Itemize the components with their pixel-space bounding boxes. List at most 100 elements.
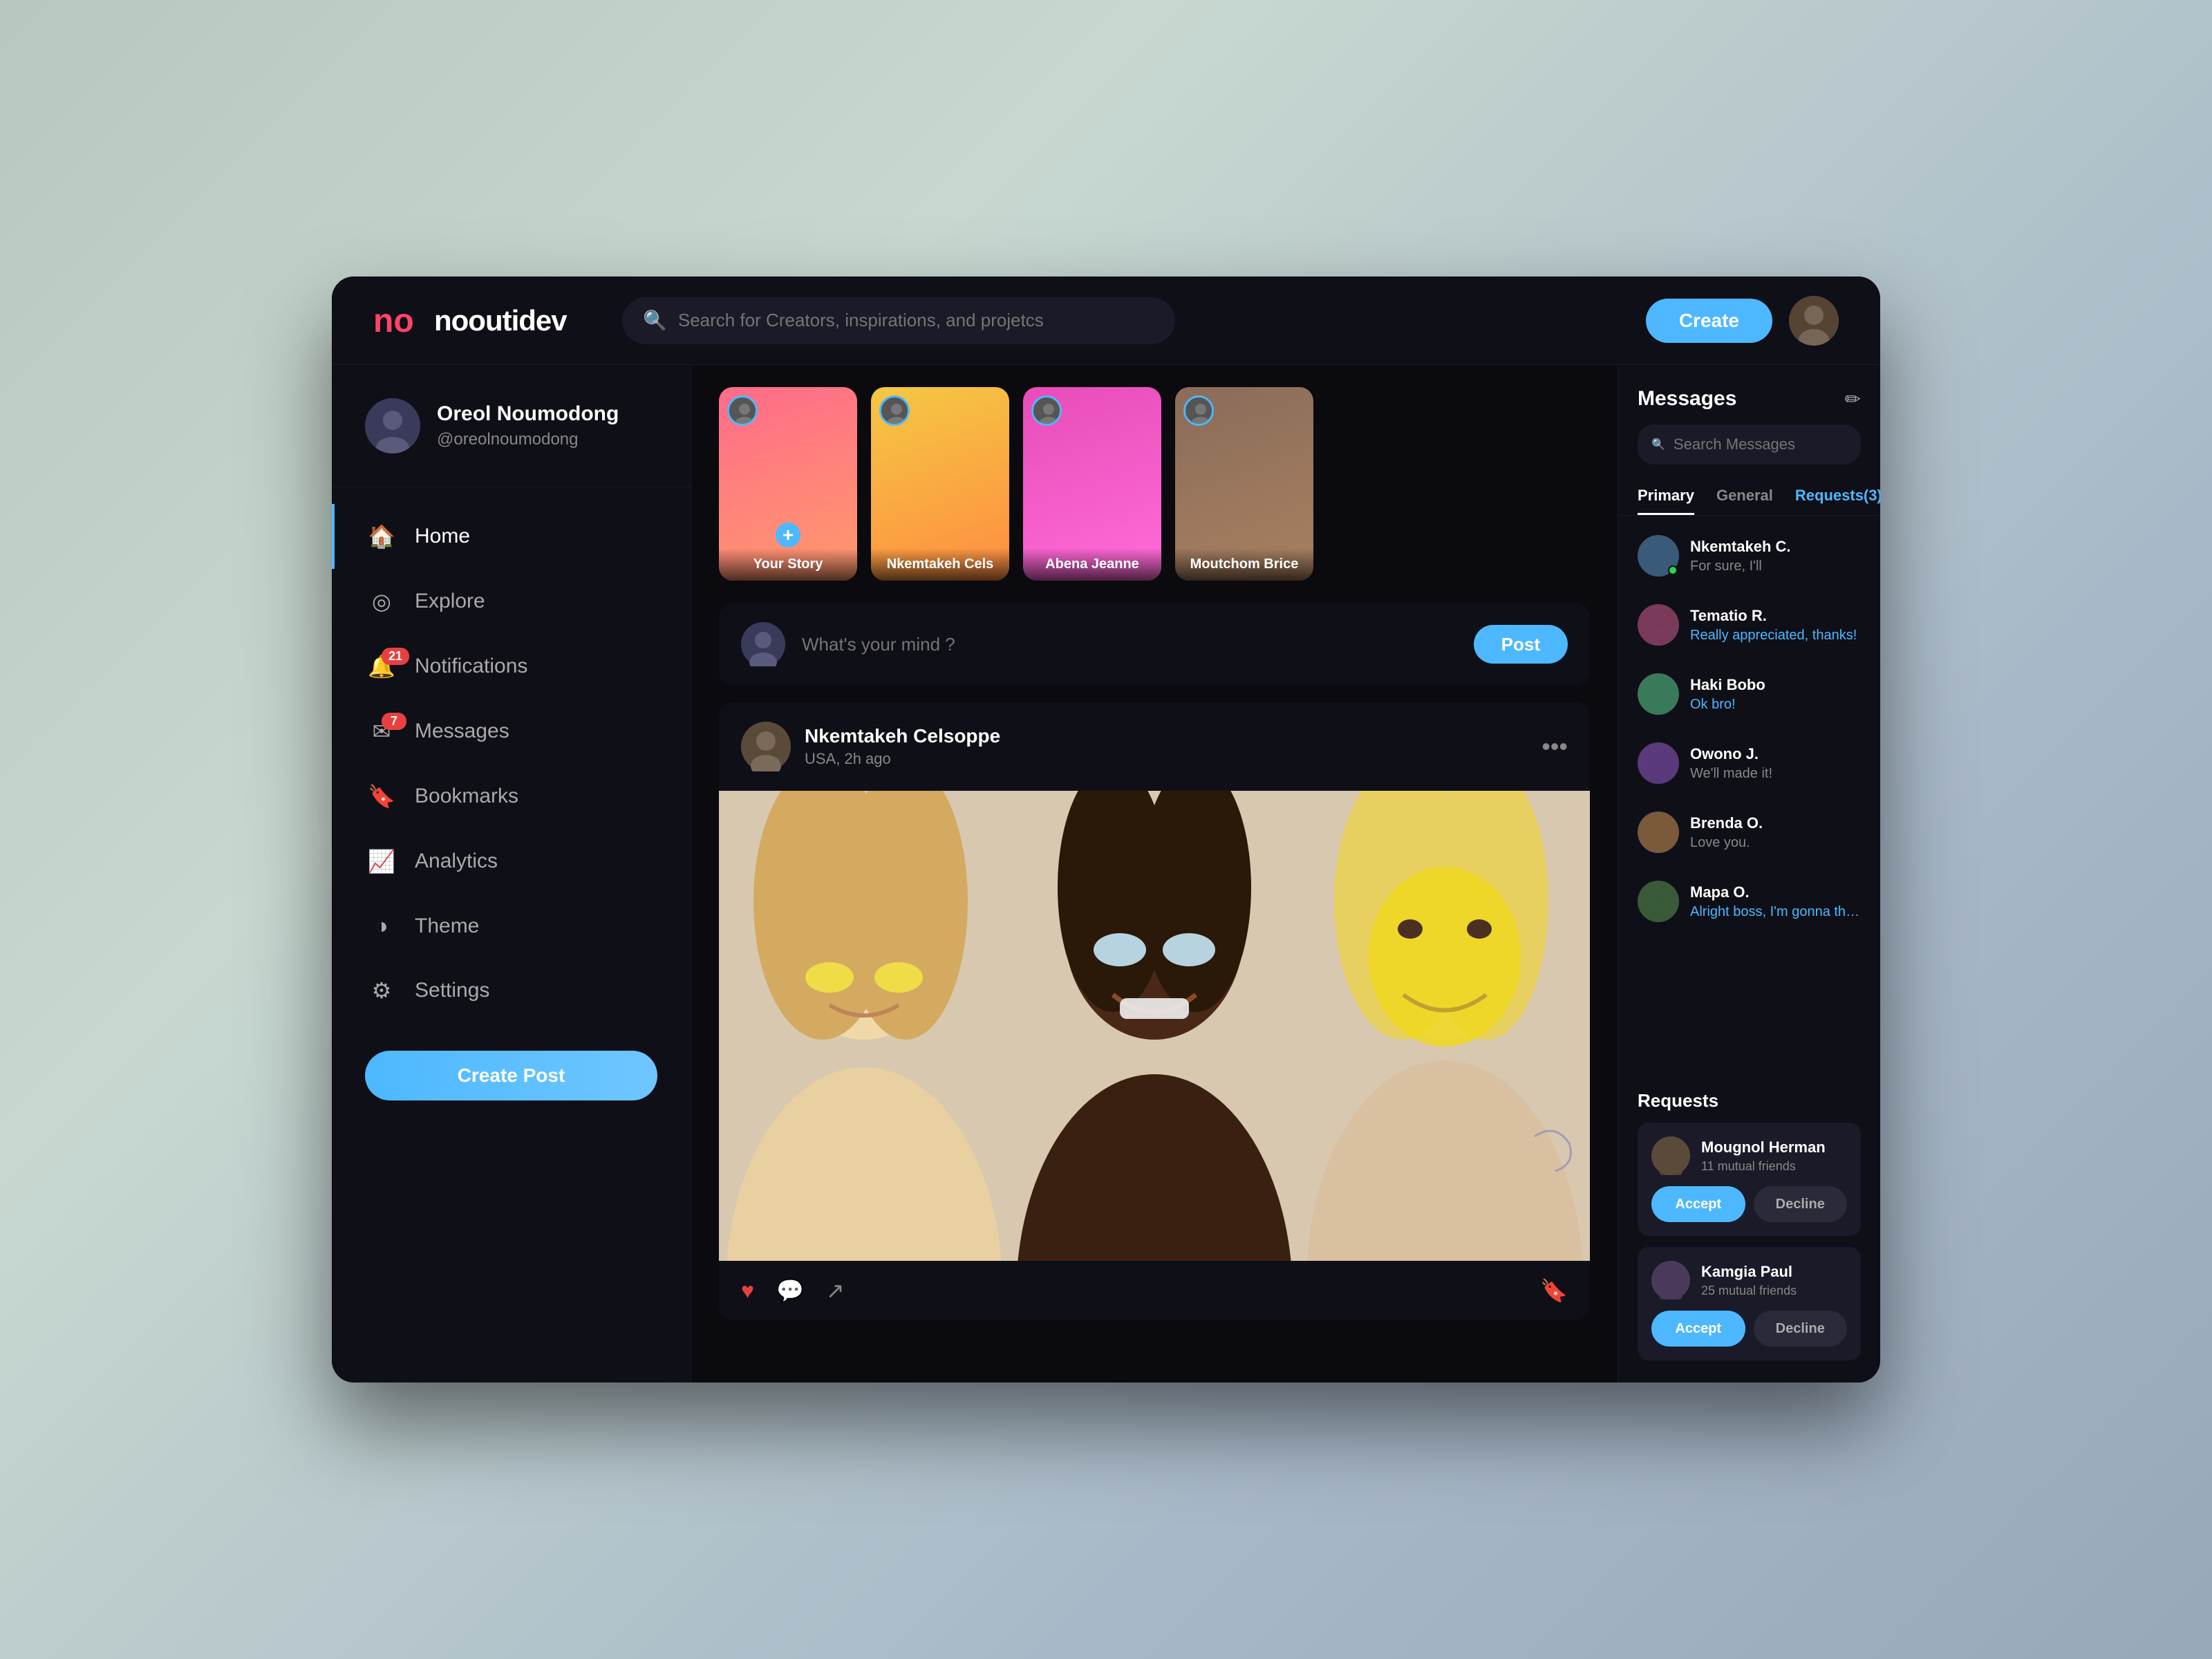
tab-primary[interactable]: Primary [1638,478,1694,515]
app-name: nooutidev [434,304,567,337]
story-overlay-4: Moutchom Brice [1175,548,1313,581]
tab-requests[interactable]: Requests(3) [1795,478,1880,515]
story-name-4: Moutchom Brice [1183,556,1305,572]
app-window: no nooutidev 🔍 Create [332,276,1880,1382]
post-button[interactable]: Post [1474,625,1568,664]
compose-icon[interactable]: ✏ [1845,388,1861,411]
messages-search-icon: 🔍 [1651,438,1665,451]
msg-avatar-1 [1638,535,1679,577]
story-avatar-1 [727,395,758,426]
story-avatar-4 [1183,395,1214,426]
sidebar-item-label-explore: Explore [415,590,485,613]
sidebar-item-label-home: Home [415,525,470,548]
add-story-button[interactable]: + [776,523,800,547]
story-card-2[interactable]: Nkemtakeh Cels [871,387,1009,581]
create-post-button[interactable]: Create Post [365,1051,657,1100]
decline-button-2[interactable]: Decline [1754,1311,1848,1347]
request-item-2: Kamgia Paul 25 mutual friends Accept Dec… [1638,1247,1861,1360]
sidebar-item-messages[interactable]: ✉ Messages 7 [332,699,691,764]
logo-area: no nooutidev [373,303,594,339]
msg-content-3: Haki Bobo Ok bro! [1690,676,1861,713]
story-card-1[interactable]: + Your Story [719,387,857,581]
bookmarks-icon: 🔖 [368,783,395,809]
sidebar-item-label-theme: Theme [415,915,479,938]
post-meta: USA, 2h ago [805,750,1000,768]
search-icon: 🔍 [643,309,667,332]
story-card-4[interactable]: Moutchom Brice [1175,387,1313,581]
msg-preview-2: Really appreciated, thanks! [1690,628,1861,644]
post-menu-button[interactable]: ••• [1541,732,1568,761]
composer-input[interactable] [802,634,1457,655]
msg-name-5: Brenda O. [1690,814,1861,832]
nav-list: 🏠 Home ◎ Explore 🔔 Notifications 21 ✉ Me… [332,504,691,1023]
sidebar-item-label-notifications: Notifications [415,655,527,678]
message-item-3[interactable]: Haki Bobo Ok bro! [1618,659,1880,729]
tab-general[interactable]: General [1716,478,1773,515]
bookmark-button[interactable]: 🔖 [1540,1277,1568,1304]
notifications-badge: 21 [382,648,409,665]
messages-header: Messages ✏ [1618,365,1880,424]
sidebar-item-explore[interactable]: ◎ Explore [332,569,691,634]
like-button[interactable]: ♥ [741,1278,754,1304]
message-item-4[interactable]: Owono J. We'll made it! [1618,729,1880,798]
post-card: Nkemtakeh Celsoppe USA, 2h ago ••• [719,702,1590,1320]
request-name-1: Mougnol Herman [1701,1138,1826,1156]
post-image [719,791,1590,1261]
user-profile[interactable]: Oreol Noumodong @oreolnoumodong [332,398,691,487]
messages-search-input[interactable] [1674,435,1847,453]
message-item-1[interactable]: Nkemtakeh C. For sure, I'll [1618,521,1880,590]
sidebar-item-home[interactable]: 🏠 Home [332,504,691,569]
story-overlay-3: Abena Jeanne [1023,548,1161,581]
sidebar-item-label-bookmarks: Bookmarks [415,785,518,808]
message-item-2[interactable]: Tematio R. Really appreciated, thanks! [1618,590,1880,659]
search-input[interactable] [678,310,1154,331]
accept-button-1[interactable]: Accept [1651,1186,1745,1222]
messages-search[interactable]: 🔍 [1638,424,1861,465]
settings-icon: ⚙ [368,977,395,1004]
logo-icon: no [373,303,423,339]
user-avatar-header[interactable] [1789,296,1839,346]
requests-title: Requests [1638,1090,1861,1112]
msg-name-2: Tematio R. [1690,607,1861,625]
msg-name-4: Owono J. [1690,745,1861,763]
messages-badge: 7 [382,713,406,730]
request-item-1: Mougnol Herman 11 mutual friends Accept … [1638,1123,1861,1236]
request-header-2: Kamgia Paul 25 mutual friends [1651,1261,1847,1300]
user-handle: @oreolnoumodong [437,430,619,449]
messages-panel: Messages ✏ 🔍 Primary General Requests(3) [1618,365,1880,1382]
story-name-3: Abena Jeanne [1031,556,1153,572]
story-avatar-2 [879,395,910,426]
comment-button[interactable]: 💬 [776,1277,804,1304]
sidebar-item-bookmarks[interactable]: 🔖 Bookmarks [332,764,691,829]
msg-name-3: Haki Bobo [1690,676,1861,694]
post-composer: Post [719,603,1590,686]
messages-list: Nkemtakeh C. For sure, I'll Tematio R. R… [1618,521,1880,1079]
message-item-6[interactable]: Mapa O. Alright boss, I'm gonna the US b… [1618,867,1880,936]
theme-icon: ◑ [368,913,395,939]
story-card-3[interactable]: Abena Jeanne [1023,387,1161,581]
msg-preview-5: Love you. [1690,835,1861,851]
msg-content-4: Owono J. We'll made it! [1690,745,1861,782]
create-button[interactable]: Create [1646,299,1772,343]
sidebar-item-label-messages: Messages [415,720,509,743]
accept-button-2[interactable]: Accept [1651,1311,1745,1347]
request-actions-2: Accept Decline [1651,1311,1847,1347]
sidebar-item-notifications[interactable]: 🔔 Notifications 21 [332,634,691,699]
post-author-info: Nkemtakeh Celsoppe USA, 2h ago [805,725,1000,768]
user-avatar [365,398,420,453]
msg-preview-4: We'll made it! [1690,766,1861,782]
msg-name-1: Nkemtakeh C. [1690,538,1861,556]
online-indicator [1668,565,1678,575]
story-avatar-3 [1031,395,1062,426]
message-item-5[interactable]: Brenda O. Love you. [1618,798,1880,867]
msg-content-5: Brenda O. Love you. [1690,814,1861,851]
sidebar-item-theme[interactable]: ◑ Theme [332,894,691,958]
sidebar-item-analytics[interactable]: 📈 Analytics [332,829,691,894]
search-bar[interactable]: 🔍 [622,297,1175,344]
decline-button-1[interactable]: Decline [1754,1186,1848,1222]
sidebar-item-settings[interactable]: ⚙ Settings [332,958,691,1023]
header: no nooutidev 🔍 Create [332,276,1880,365]
share-button[interactable]: ↗ [826,1277,845,1304]
sidebar: Oreol Noumodong @oreolnoumodong 🏠 Home ◎… [332,365,691,1382]
msg-avatar-5 [1638,812,1679,853]
